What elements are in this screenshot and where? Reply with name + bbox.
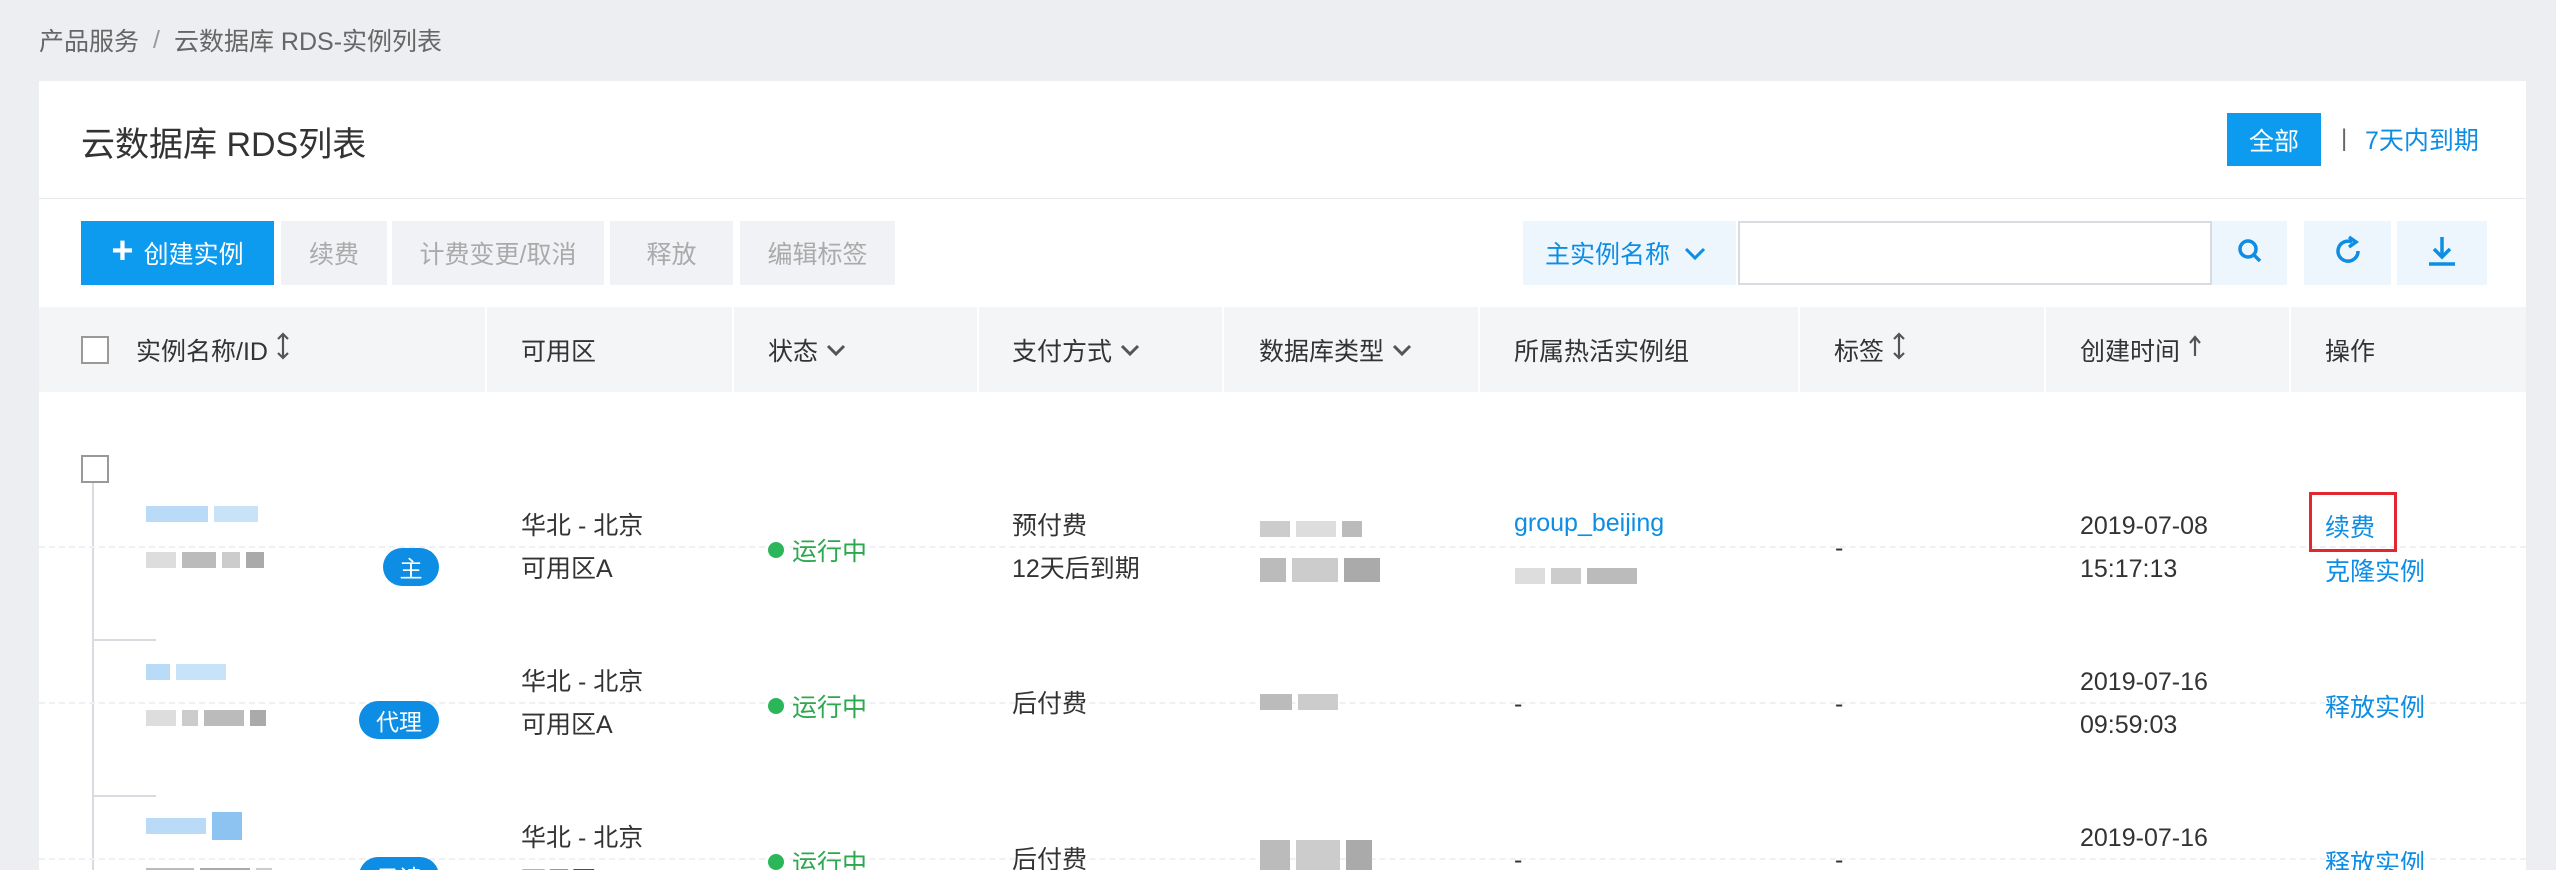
zone-name: 可用区A xyxy=(521,860,643,870)
payment-type: 预付费 xyxy=(1012,512,1088,540)
table-row: 主 华北 - 北京 可用区A 运行中 预付费 12天后到期 group_beij… xyxy=(39,392,2526,586)
column-divider xyxy=(1478,307,1480,392)
card-header: 云数据库 RDS列表 全部 | 7天内到期 xyxy=(39,81,2526,199)
chevron-down-icon xyxy=(1684,239,1706,268)
filter-all-button[interactable]: 全部 xyxy=(2227,113,2321,166)
column-header-tags[interactable]: 标签 xyxy=(1834,307,1906,392)
table-row: 只读 华北 - 北京 可用区A 运行中 后付费 - - 2019-07-16 0… xyxy=(39,704,2526,870)
hot-group-link[interactable]: group_beijing xyxy=(1514,502,1664,545)
column-divider xyxy=(1798,307,1800,392)
search-field-label: 主实例名称 xyxy=(1545,241,1671,269)
column-payment-label: 支付方式 xyxy=(1012,337,1113,366)
renew-button[interactable]: 续费 xyxy=(281,221,387,285)
search-icon xyxy=(2237,238,2263,269)
select-all-checkbox[interactable] xyxy=(81,335,109,364)
column-header-zone: 可用区 xyxy=(521,307,596,392)
column-hot-group-label: 所属热活实例组 xyxy=(1514,337,1690,366)
refresh-icon xyxy=(2331,234,2365,273)
column-actions-label: 操作 xyxy=(2325,337,2376,366)
breadcrumb-item-products[interactable]: 产品服务 xyxy=(39,22,139,58)
created-date: 2019-07-16 xyxy=(2080,824,2208,852)
breadcrumb-separator: / xyxy=(153,25,160,54)
column-header-created[interactable]: 创建时间 xyxy=(2080,307,2202,392)
db-type-redacted xyxy=(1260,840,1372,870)
search-field-select[interactable]: 主实例名称 xyxy=(1523,221,1736,285)
zone-region: 华北 - 北京 xyxy=(521,668,644,696)
instance-name-redacted[interactable] xyxy=(146,664,226,680)
column-db-type-label: 数据库类型 xyxy=(1259,337,1385,366)
zone-region: 华北 - 北京 xyxy=(521,512,644,540)
breadcrumb: 产品服务 / 云数据库 RDS-实例列表 xyxy=(39,22,442,58)
status-dot-icon xyxy=(768,854,784,870)
toolbar: + 创建实例 续费 计费变更/取消 释放 编辑标签 主实例名称 xyxy=(39,221,2526,287)
page-title: 云数据库 RDS列表 xyxy=(81,126,367,164)
plus-icon: + xyxy=(111,230,134,272)
created-date: 2019-07-16 xyxy=(2080,668,2208,696)
column-header-actions: 操作 xyxy=(2325,307,2375,392)
refresh-button[interactable] xyxy=(2304,221,2391,285)
instance-name-redacted[interactable] xyxy=(146,506,258,522)
search-input[interactable] xyxy=(1738,221,2212,285)
column-tags-label: 标签 xyxy=(1834,337,1885,366)
filter-separator: | xyxy=(2341,125,2348,152)
edit-tags-button[interactable]: 编辑标签 xyxy=(740,221,895,285)
sort-icon xyxy=(1892,332,1906,367)
column-name-label: 实例名称/ID xyxy=(136,337,268,366)
search-button[interactable] xyxy=(2212,221,2287,285)
column-header-payment[interactable]: 支付方式 xyxy=(1012,307,1140,392)
column-created-label: 创建时间 xyxy=(2080,337,2181,366)
column-divider xyxy=(485,307,487,392)
select-all-header xyxy=(81,307,109,392)
release-button[interactable]: 释放 xyxy=(610,221,733,285)
highlight-box xyxy=(2309,492,2397,552)
column-divider xyxy=(2289,307,2291,392)
zone-region: 华北 - 北京 xyxy=(521,824,644,852)
column-zone-label: 可用区 xyxy=(521,337,597,366)
role-badge-readonly: 只读 xyxy=(359,857,439,870)
column-divider xyxy=(1222,307,1224,392)
sort-icon xyxy=(276,332,290,367)
chevron-down-icon xyxy=(826,335,846,364)
row-checkbox[interactable] xyxy=(81,455,109,483)
zone-cell: 华北 - 北京 可用区A xyxy=(521,817,643,870)
table-header: 实例名称/ID 可用区 状态 支付方式 数据库类型 所属热活实例组 标签 创建时… xyxy=(39,307,2526,392)
column-divider xyxy=(977,307,979,392)
column-header-name[interactable]: 实例名称/ID xyxy=(136,307,290,392)
column-header-hot-group: 所属热活实例组 xyxy=(1514,307,1689,392)
breadcrumb-item-current: 云数据库 RDS-实例列表 xyxy=(173,28,443,56)
filter-expiring-7days-link[interactable]: 7天内到期 xyxy=(2365,121,2479,157)
billing-change-button[interactable]: 计费变更/取消 xyxy=(392,221,604,285)
column-status-label: 状态 xyxy=(768,337,819,366)
status-badge: 运行中 xyxy=(768,844,867,870)
tags-cell: - xyxy=(1835,846,1844,870)
created-time-cell: 2019-07-16 09:59:31 xyxy=(2080,817,2208,870)
column-header-status[interactable]: 状态 xyxy=(768,307,846,392)
release-instance-link[interactable]: 释放实例 xyxy=(2325,844,2425,870)
create-instance-button[interactable]: + 创建实例 xyxy=(81,221,274,285)
download-button[interactable] xyxy=(2397,221,2487,285)
create-instance-label: 创建实例 xyxy=(143,241,244,269)
payment-type: 后付费 xyxy=(1012,846,1088,870)
db-type-redacted xyxy=(1260,521,1362,537)
instance-name-redacted[interactable] xyxy=(146,812,242,840)
chevron-down-icon xyxy=(1120,335,1140,364)
chevron-down-icon xyxy=(1392,335,1412,364)
download-icon xyxy=(2425,234,2459,273)
hot-group-cell: - xyxy=(1514,846,1523,870)
column-header-db-type[interactable]: 数据库类型 xyxy=(1259,307,1412,392)
sort-up-icon xyxy=(2188,334,2202,365)
created-date: 2019-07-08 xyxy=(2080,512,2208,540)
instance-list-card: 云数据库 RDS列表 全部 | 7天内到期 + 创建实例 续费 计费变更/取消 … xyxy=(39,81,2526,870)
table-row: 代理 华北 - 北京 可用区A 运行中 后付费 - - 2019-07-16 0… xyxy=(39,548,2526,739)
column-divider xyxy=(2044,307,2046,392)
created-time: 09:59:31 xyxy=(2080,860,2208,870)
status-text: 运行中 xyxy=(792,850,868,870)
column-divider xyxy=(732,307,734,392)
